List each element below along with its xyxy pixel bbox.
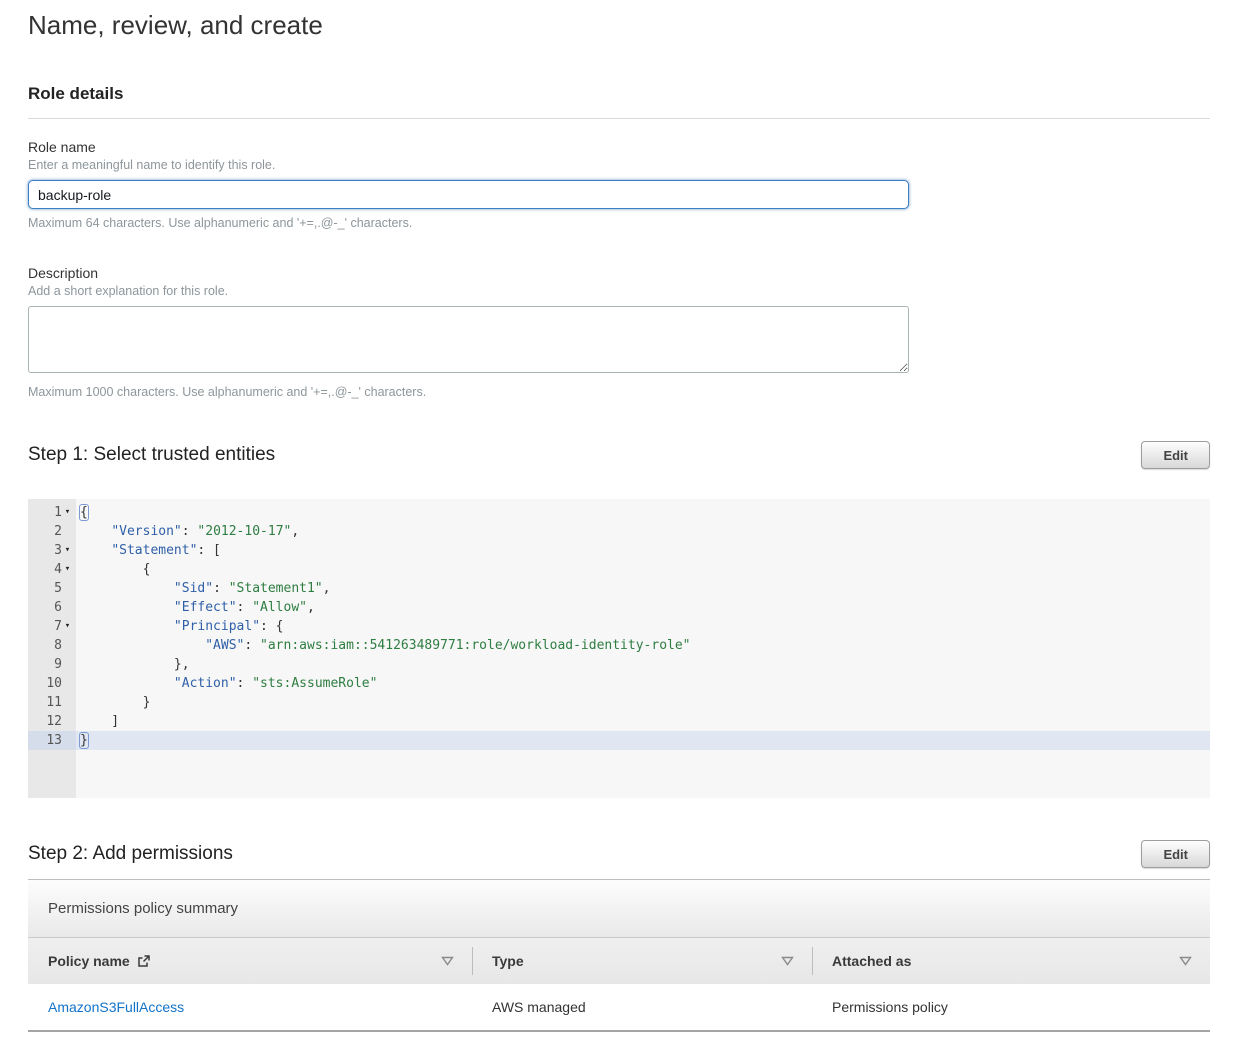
step1-heading: Step 1: Select trusted entities [28,444,275,466]
role-name-hint: Maximum 64 characters. Use alphanumeric … [28,216,1210,230]
code-line[interactable]: { [76,560,1210,579]
code-line[interactable]: } [76,693,1210,712]
column-header-label: Attached as [832,953,911,969]
line-number: 11 [28,693,76,712]
description-field: Description Add a short explanation for … [28,265,1210,399]
line-number: 2 [28,522,76,541]
description-help: Add a short explanation for this role. [28,284,1210,298]
role-name-help: Enter a meaningful name to identify this… [28,158,1210,172]
role-name-input[interactable] [28,180,909,209]
table-row: AmazonS3FullAccess AWS managedPermissions… [28,984,1210,1032]
code-line[interactable]: "Action": "sts:AssumeRole" [76,674,1210,693]
filter-down-icon[interactable] [1179,956,1192,966]
column-header-label: Policy name [48,953,130,969]
column-header-attached-as[interactable]: Attached as [812,938,1210,984]
line-number: 5 [28,579,76,598]
code-line[interactable]: "AWS": "arn:aws:iam::541263489771:role/w… [76,636,1210,655]
code-line[interactable]: "Principal": { [76,617,1210,636]
line-number: 8 [28,636,76,655]
code-line[interactable]: "Effect": "Allow", [76,598,1210,617]
description-hint: Maximum 1000 characters. Use alphanumeri… [28,385,1210,399]
code-line[interactable]: { [76,503,1210,522]
line-number: 6 [28,598,76,617]
step1-edit-button[interactable]: Edit [1141,441,1210,469]
step2-header-row: Step 2: Add permissions Edit [28,840,1210,868]
fold-arrow-icon[interactable]: ▾ [62,503,73,522]
policy-type-cell: AWS managed [472,999,812,1015]
line-number: 7▾ [28,617,76,636]
step2-heading: Step 2: Add permissions [28,843,233,865]
line-number: 9 [28,655,76,674]
column-header-label: Type [492,953,524,969]
line-number: 4▾ [28,560,76,579]
code-line[interactable]: "Version": "2012-10-17", [76,522,1210,541]
code-line[interactable]: ] [76,712,1210,731]
page-title: Name, review, and create [28,10,1210,40]
code-line[interactable]: "Statement": [ [76,541,1210,560]
line-number: 3▾ [28,541,76,560]
role-details-heading: Role details [28,84,1210,104]
policy-table-body: AmazonS3FullAccess AWS managedPermissions… [28,984,1210,1032]
role-name-label: Role name [28,139,1210,155]
policy-name-link[interactable]: AmazonS3FullAccess [48,999,184,1015]
code-line[interactable]: } [76,731,1210,750]
editor-gutter: 1▾23▾4▾567▾8910111213 [28,499,76,798]
column-header-policy-name[interactable]: Policy name [28,938,472,984]
editor-code[interactable]: { "Version": "2012-10-17", "Statement": … [76,499,1210,798]
line-number: 10 [28,674,76,693]
step1-header-row: Step 1: Select trusted entities Edit [28,441,1210,469]
permissions-panel: Permissions policy summary Policy name Ty… [28,879,1210,1032]
description-label: Description [28,265,1210,281]
column-header-type[interactable]: Type [472,938,812,984]
line-number: 1▾ [28,503,76,522]
description-textarea[interactable] [28,306,909,373]
code-line[interactable]: }, [76,655,1210,674]
fold-arrow-icon[interactable]: ▾ [62,617,73,636]
permissions-panel-title: Permissions policy summary [28,880,1210,938]
filter-down-icon[interactable] [441,956,454,966]
role-name-field: Role name Enter a meaningful name to ide… [28,139,1210,230]
line-number: 12 [28,712,76,731]
fold-arrow-icon[interactable]: ▾ [62,541,73,560]
step2-edit-button[interactable]: Edit [1141,840,1210,868]
attached-as-cell: Permissions policy [812,999,1210,1015]
fold-arrow-icon[interactable]: ▾ [62,560,73,579]
filter-down-icon[interactable] [781,956,794,966]
policy-editor[interactable]: 1▾23▾4▾567▾8910111213 { "Version": "2012… [28,499,1210,798]
external-link-icon [137,955,150,968]
main-content: Name, review, and create Role details Ro… [0,10,1242,1032]
line-number: 13 [28,731,76,750]
policy-table-header: Policy name Type Attached as [28,938,1210,984]
code-line[interactable]: "Sid": "Statement1", [76,579,1210,598]
section-divider [28,118,1210,119]
